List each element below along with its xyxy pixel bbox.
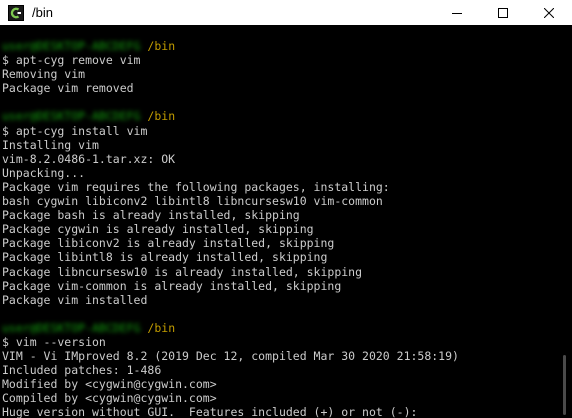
output-line: Package vim-common is already installed,…: [2, 278, 342, 293]
output-line: vim-8.2.0486-1.tar.xz: OK: [2, 151, 176, 166]
command-line: $ vim --version: [2, 334, 106, 349]
output-line: Package libintl8 is already installed, s…: [2, 250, 328, 265]
output-line: Package vim removed: [2, 81, 134, 96]
output-line: Package libncursesw10 is already install…: [2, 264, 363, 279]
prompt-line: user@DESKTOP-ABCDEFG /bin: [2, 321, 556, 335]
cygwin-terminal-icon: [8, 4, 24, 21]
prompt-user-host: user@DESKTOP-ABCDEFG: [2, 39, 141, 53]
output-line: Package libiconv2 is already installed, …: [2, 236, 335, 251]
title-bar[interactable]: /bin: [0, 0, 572, 25]
minimize-icon: [452, 12, 462, 14]
output-line: Package cygwin is already installed, ski…: [2, 222, 314, 237]
prompt-user-host: user@DESKTOP-ABCDEFG: [2, 320, 141, 335]
prompt-path: /bin: [147, 109, 176, 124]
output-line: Compiled by <cygwin@cygwin.com>: [2, 391, 217, 406]
output-line: Included patches: 1-486: [2, 363, 162, 378]
minimize-button[interactable]: [434, 0, 480, 25]
output-line: Package vim installed: [2, 292, 148, 307]
maximize-button[interactable]: [480, 0, 526, 25]
terminal-output[interactable]: user@DESKTOP-ABCDEFG /bin $ apt-cyg remov…: [0, 25, 556, 418]
output-line: VIM - Vi IMproved 8.2 (2019 Dec 12, comp…: [2, 349, 459, 364]
command-line: $ apt-cyg remove vim: [2, 53, 141, 68]
window-title: /bin: [32, 5, 53, 20]
prompt-path: /bin: [147, 39, 176, 53]
output-line: Huge version without GUI. Features inclu…: [2, 405, 418, 418]
vertical-scrollbar[interactable]: [556, 25, 572, 418]
output-line: Package bash is already installed, skipp…: [2, 208, 300, 223]
close-button[interactable]: [526, 0, 572, 25]
command-line: $ apt-cyg install vim: [2, 123, 148, 138]
output-line: Installing vim: [2, 137, 99, 152]
prompt-line: user@DESKTOP-ABCDEFG /bin: [2, 109, 556, 123]
prompt-path: /bin: [147, 320, 176, 335]
output-line: Removing vim: [2, 67, 86, 82]
close-icon: [544, 7, 554, 18]
maximize-icon: [498, 7, 508, 18]
output-line: Unpacking...: [2, 165, 86, 180]
output-line: Modified by <cygwin@cygwin.com>: [2, 377, 217, 392]
prompt-line: user@DESKTOP-ABCDEFG /bin: [2, 39, 556, 53]
prompt-user-host: user@DESKTOP-ABCDEFG: [2, 109, 141, 124]
terminal-window: /bin user@DESKTOP-ABCDEFG /bin $ apt-cyg …: [0, 0, 572, 418]
output-line: bash cygwin libiconv2 libintl8 libncurse…: [2, 194, 383, 209]
output-line: Package vim requires the following packa…: [2, 179, 390, 194]
window-controls: [434, 0, 572, 25]
scrollbar-thumb[interactable]: [563, 355, 566, 415]
